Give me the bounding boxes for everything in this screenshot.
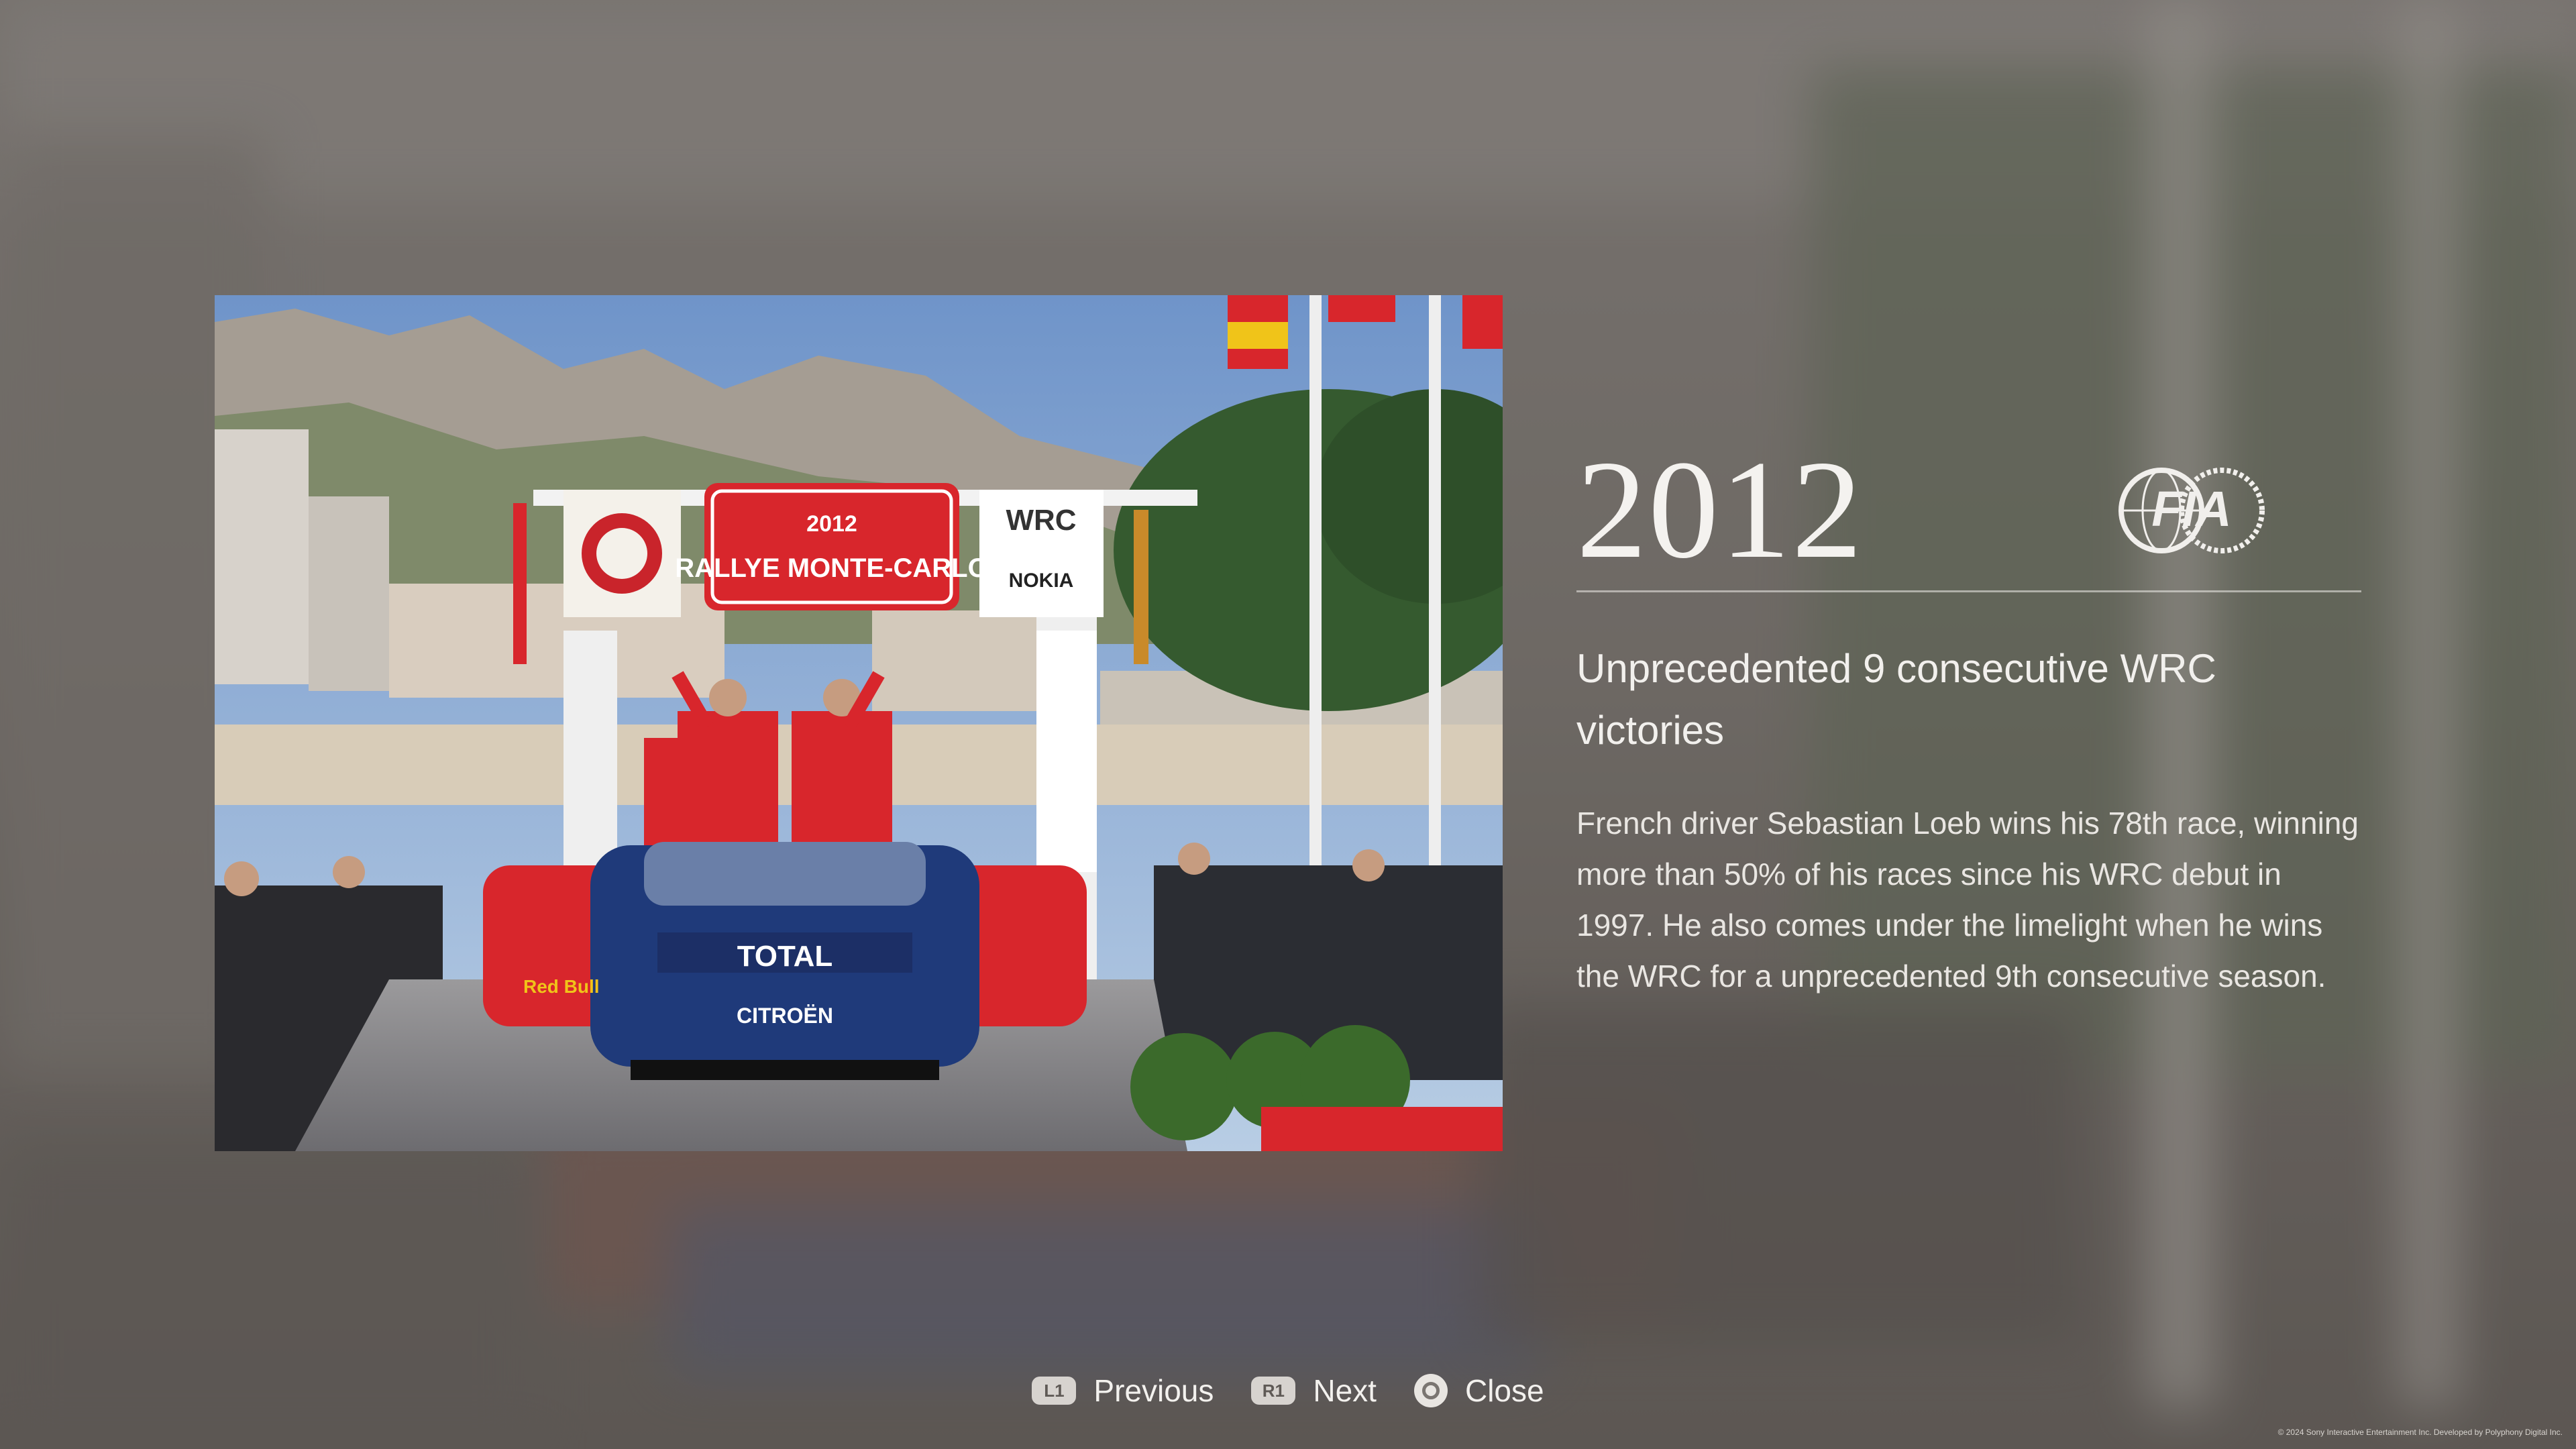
wrc-sign-text: WRC [1006, 504, 1076, 537]
fia-logo-text: FIA [2151, 481, 2231, 537]
banner-title: RALLYE MONTE-CARLO [675, 553, 988, 583]
podium-photo-illustration: 2012 RALLYE MONTE-CARLO WRC NOKIA TOTAL … [215, 295, 1503, 1151]
car-redbull-text: Red Bull [523, 976, 600, 997]
banner-year: 2012 [806, 511, 857, 537]
previous-button[interactable]: L1 Previous [1032, 1373, 1214, 1409]
next-button[interactable]: R1 Next [1251, 1373, 1377, 1409]
close-label: Close [1464, 1373, 1544, 1408]
next-label: Next [1313, 1373, 1377, 1408]
event-year: 2012 [1576, 432, 1864, 588]
event-info-panel: 2012 FIA Unprecedented 9 consecutive WRC… [1576, 429, 2361, 1002]
fia-logo-icon: FIA [2118, 468, 2265, 553]
nokia-sign-text: NOKIA [1009, 570, 1074, 592]
previous-label: Previous [1093, 1373, 1214, 1408]
circle-button-icon [1413, 1374, 1448, 1407]
l1-button-icon: L1 [1032, 1377, 1077, 1405]
event-headline: Unprecedented 9 consecutive WRC victorie… [1576, 646, 2216, 753]
r1-button-icon: R1 [1251, 1377, 1296, 1405]
close-button[interactable]: Close [1413, 1373, 1544, 1409]
event-description: French driver Sebastian Loeb wins his 78… [1576, 806, 2359, 994]
button-prompt-bar: L1 Previous R1 Next Close [0, 1367, 2576, 1414]
event-photo: 2012 RALLYE MONTE-CARLO WRC NOKIA TOTAL … [215, 295, 1503, 1151]
year-header: 2012 FIA [1576, 429, 2361, 592]
car-total-text: TOTAL [737, 940, 833, 973]
copyright-notice: © 2024 Sony Interactive Entertainment In… [2277, 1428, 2563, 1437]
car-brand-text: CITROËN [737, 1004, 833, 1028]
